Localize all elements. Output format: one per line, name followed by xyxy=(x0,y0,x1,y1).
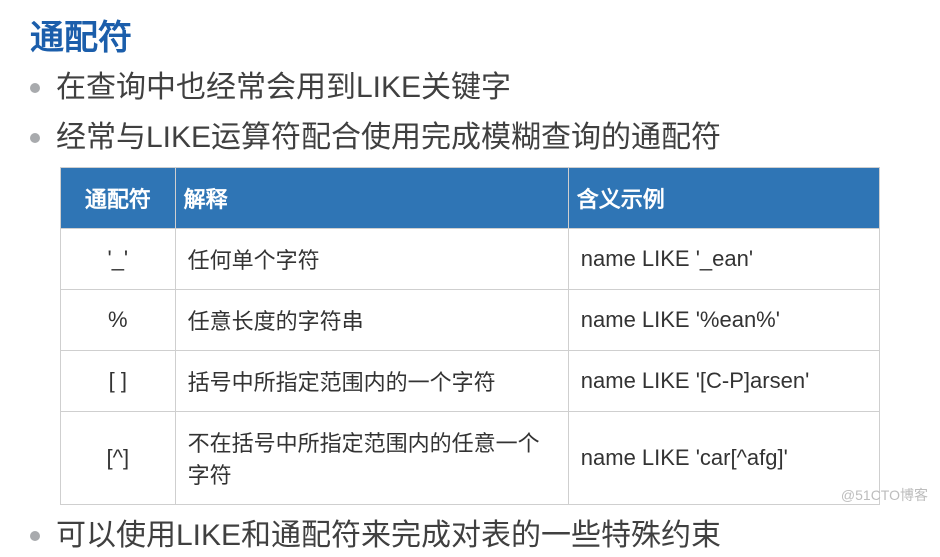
cell-example: name LIKE '%ean%' xyxy=(568,290,879,351)
header-example: 含义示例 xyxy=(568,168,879,229)
header-explanation: 解释 xyxy=(175,168,568,229)
bullet-text: 可以使用LIKE和通配符来完成对表的一些特殊约束 xyxy=(56,515,721,557)
bullet-icon xyxy=(30,531,40,541)
bullet-icon xyxy=(30,133,40,143)
cell-explanation: 任意长度的字符串 xyxy=(175,290,568,351)
cell-wildcard: '_' xyxy=(61,229,176,290)
cell-wildcard: [^] xyxy=(61,412,176,505)
wildcard-table: 通配符 解释 含义示例 '_' 任何单个字符 name LIKE '_ean' … xyxy=(60,167,880,505)
cell-wildcard: [ ] xyxy=(61,351,176,412)
bullet-text: 经常与LIKE运算符配合使用完成模糊查询的通配符 xyxy=(56,117,721,159)
table-row: [^] 不在括号中所指定范围内的任意一个字符 name LIKE 'car[^a… xyxy=(61,412,880,505)
bullet-item: 在查询中也经常会用到LIKE关键字 xyxy=(30,67,910,109)
bullet-item: 可以使用LIKE和通配符来完成对表的一些特殊约束 xyxy=(30,515,910,557)
cell-explanation: 括号中所指定范围内的一个字符 xyxy=(175,351,568,412)
cell-example: name LIKE '[C-P]arsen' xyxy=(568,351,879,412)
cell-example: name LIKE '_ean' xyxy=(568,229,879,290)
bullet-text: 在查询中也经常会用到LIKE关键字 xyxy=(56,67,511,109)
table-row: '_' 任何单个字符 name LIKE '_ean' xyxy=(61,229,880,290)
cell-explanation: 任何单个字符 xyxy=(175,229,568,290)
cell-wildcard: % xyxy=(61,290,176,351)
header-wildcard: 通配符 xyxy=(61,168,176,229)
wildcard-table-container: 通配符 解释 含义示例 '_' 任何单个字符 name LIKE '_ean' … xyxy=(30,167,910,505)
cell-explanation: 不在括号中所指定范围内的任意一个字符 xyxy=(175,412,568,505)
table-header-row: 通配符 解释 含义示例 xyxy=(61,168,880,229)
cell-example: name LIKE 'car[^afg]' xyxy=(568,412,879,505)
table-row: [ ] 括号中所指定范围内的一个字符 name LIKE '[C-P]arsen… xyxy=(61,351,880,412)
bullet-icon xyxy=(30,83,40,93)
bullet-item: 经常与LIKE运算符配合使用完成模糊查询的通配符 xyxy=(30,117,910,159)
table-row: % 任意长度的字符串 name LIKE '%ean%' xyxy=(61,290,880,351)
watermark: @51CTO博客 xyxy=(841,485,928,505)
slide-title: 通配符 xyxy=(30,10,910,59)
